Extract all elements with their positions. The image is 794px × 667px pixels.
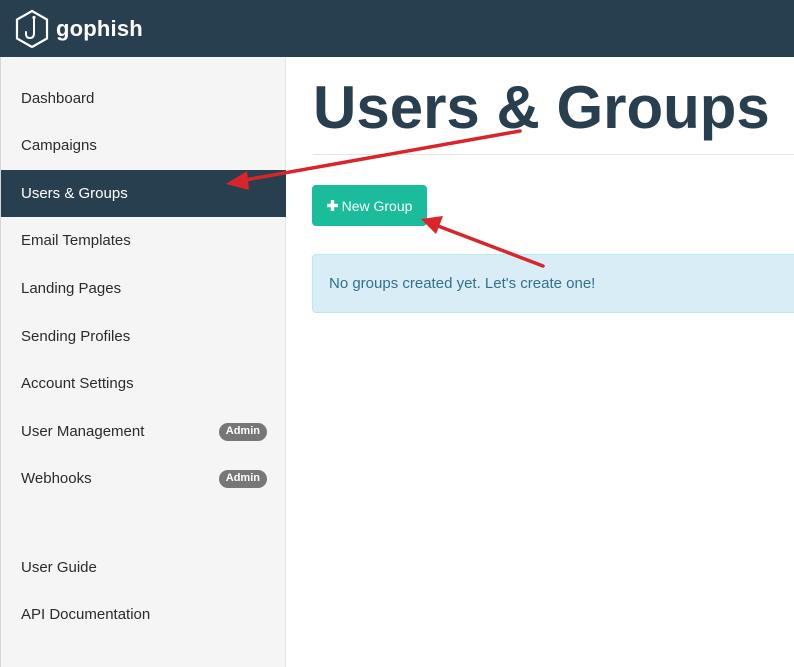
admin-badge: Admin bbox=[218, 469, 267, 488]
sidebar-item-users-groups[interactable]: Users & Groups bbox=[1, 170, 286, 217]
sidebar-item-landing-pages[interactable]: Landing Pages bbox=[1, 265, 286, 312]
empty-state-message: No groups created yet. Let's create one! bbox=[329, 275, 596, 292]
sidebar-item-campaigns[interactable]: Campaigns bbox=[1, 122, 286, 169]
brand-name: gophish bbox=[56, 16, 143, 41]
sidebar: Dashboard Campaigns Users & Groups Email… bbox=[0, 57, 286, 667]
sidebar-item-account-settings[interactable]: Account Settings bbox=[1, 360, 286, 407]
sidebar-item-label: User Management bbox=[21, 423, 145, 440]
sidebar-item-label: Campaigns bbox=[21, 137, 97, 154]
title-divider bbox=[313, 154, 794, 155]
brand-logo[interactable]: gophish bbox=[15, 9, 143, 49]
new-group-label: New Group bbox=[341, 197, 413, 214]
sidebar-item-label: User Guide bbox=[21, 559, 97, 576]
sidebar-item-label: API Documentation bbox=[21, 606, 151, 623]
plus-icon bbox=[326, 200, 338, 211]
page-title: Users & Groups bbox=[313, 74, 770, 141]
sidebar-item-webhooks[interactable]: Webhooks Admin bbox=[1, 455, 286, 502]
sidebar-item-label: Dashboard bbox=[21, 90, 95, 107]
admin-badge: Admin bbox=[218, 422, 267, 441]
fish-hook-hexagon-icon bbox=[15, 9, 49, 49]
sidebar-item-label: Email Templates bbox=[21, 232, 131, 249]
sidebar-item-label: Account Settings bbox=[21, 375, 134, 392]
sidebar-item-user-management[interactable]: User Management Admin bbox=[1, 408, 286, 455]
sidebar-item-label: Landing Pages bbox=[21, 280, 122, 297]
top-navbar: gophish bbox=[0, 0, 794, 57]
sidebar-item-email-templates[interactable]: Email Templates bbox=[1, 217, 286, 264]
empty-state-alert: No groups created yet. Let's create one! bbox=[312, 254, 794, 313]
sidebar-item-user-guide[interactable]: User Guide bbox=[1, 544, 286, 591]
sidebar-item-dashboard[interactable]: Dashboard bbox=[1, 75, 286, 122]
new-group-button[interactable]: New Group bbox=[312, 185, 427, 226]
sidebar-item-label: Sending Profiles bbox=[21, 328, 131, 345]
sidebar-item-sending-profiles[interactable]: Sending Profiles bbox=[1, 313, 286, 360]
sidebar-item-label: Webhooks bbox=[21, 470, 92, 487]
sidebar-item-label: Users & Groups bbox=[21, 185, 128, 202]
sidebar-item-api-documentation[interactable]: API Documentation bbox=[1, 591, 286, 638]
